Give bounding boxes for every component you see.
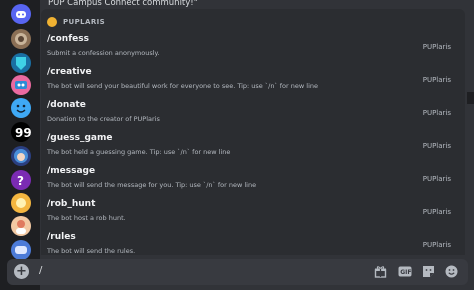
scrollbar[interactable]	[467, 92, 474, 104]
command-bot-label: PUPlaris	[422, 241, 451, 249]
command-description: Submit a confession anonymously.	[47, 49, 160, 57]
command-item-confess[interactable]: /confess Submit a confession anonymously…	[41, 32, 465, 65]
command-name: /guess_game	[47, 133, 113, 143]
command-description: Donation to the creator of PUPlaris	[47, 115, 160, 123]
autocomplete-header: PUPLARIS	[47, 15, 105, 29]
gif-icon[interactable]: GIF	[397, 264, 412, 279]
command-bot-label: PUPlaris	[422, 43, 451, 51]
guild-server-avatar-2[interactable]	[11, 53, 31, 73]
guild-server-avatar-3[interactable]	[11, 75, 31, 95]
command-autocomplete-popup: PUPLARIS /confess Submit a confession an…	[41, 9, 465, 255]
command-bot-label: PUPlaris	[422, 208, 451, 216]
command-item-message[interactable]: /message The bot will send the message f…	[41, 164, 465, 197]
command-name: /confess	[47, 34, 89, 44]
bot-name: PUPLARIS	[63, 18, 106, 26]
command-description: The bot held a guessing game. Tip: use `…	[47, 148, 231, 156]
command-bot-label: PUPlaris	[422, 175, 451, 183]
channel-message-preview: PUP Campus Connect community!"	[48, 0, 198, 8]
svg-text:?: ?	[17, 174, 24, 188]
command-bot-label: PUPlaris	[422, 109, 451, 117]
command-item-rob-hunt[interactable]: /rob_hunt The bot host a rob hunt. PUPla…	[41, 197, 465, 230]
command-item-creative[interactable]: /creative The bot will send your beautif…	[41, 65, 465, 98]
guild-server-avatar-8[interactable]	[11, 193, 31, 213]
command-bot-label: PUPlaris	[422, 76, 451, 84]
command-description: The bot will send the message for you. T…	[47, 181, 257, 189]
command-name: /donate	[47, 100, 86, 110]
command-description: The bot host a rob hunt.	[47, 214, 126, 222]
sticker-icon[interactable]	[421, 264, 436, 279]
command-bot-label: PUPlaris	[422, 142, 451, 150]
command-description: The bot will send your beautiful work fo…	[47, 82, 318, 90]
svg-text:GIF: GIF	[400, 269, 411, 276]
command-item-guess-game[interactable]: /guess_game The bot held a guessing game…	[41, 131, 465, 164]
guild-server-avatar-9[interactable]	[11, 216, 31, 236]
guild-server-avatar-4[interactable]	[11, 98, 31, 118]
command-name: /rob_hunt	[47, 199, 96, 209]
guild-server-avatar-1[interactable]	[11, 29, 31, 49]
message-input[interactable]: /	[39, 265, 42, 276]
command-name: /rules	[47, 232, 76, 242]
guild-server-avatar-10[interactable]	[11, 240, 31, 260]
svg-text:99: 99	[15, 126, 31, 140]
command-item-donate[interactable]: /donate Donation to the creator of PUPla…	[41, 98, 465, 131]
gift-icon[interactable]	[373, 264, 388, 279]
guild-server-avatar-6[interactable]	[11, 146, 31, 166]
command-description: The bot will send the rules.	[47, 247, 136, 255]
emoji-icon[interactable]	[444, 264, 459, 279]
message-input-bar: + / GIF	[7, 259, 468, 285]
guild-server-avatar-5[interactable]: 99	[11, 122, 31, 142]
command-name: /creative	[47, 67, 92, 77]
command-name: /message	[47, 166, 96, 176]
command-item-rules[interactable]: /rules The bot will send the rules. PUPl…	[41, 230, 465, 255]
server-sidebar: 99 ?	[0, 0, 40, 290]
guild-server-avatar-7[interactable]: ?	[11, 170, 31, 190]
bot-avatar	[47, 17, 57, 27]
guild-discord-icon[interactable]	[11, 4, 31, 24]
add-attachment-button[interactable]: +	[14, 264, 29, 279]
